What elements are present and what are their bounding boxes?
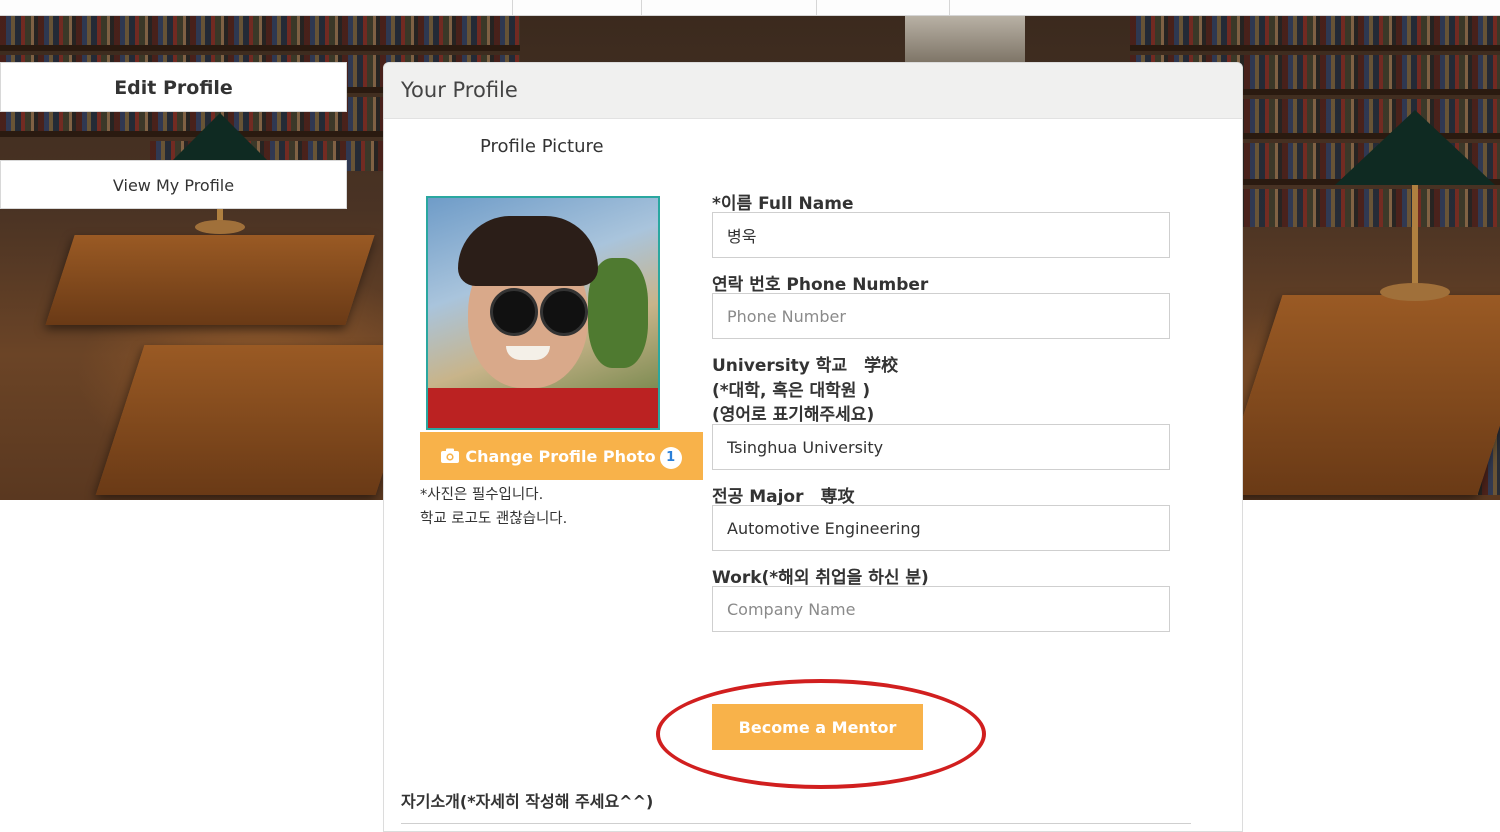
edit-profile-tab[interactable]: Edit Profile xyxy=(0,62,347,112)
phone-input[interactable] xyxy=(712,293,1170,339)
nav-divider xyxy=(816,0,817,15)
nav-divider xyxy=(641,0,642,15)
change-photo-label: Change Profile Photo xyxy=(465,447,656,466)
card-title: Your Profile xyxy=(384,63,1242,119)
photo-required-note: *사진은 필수입니다. xyxy=(420,487,544,503)
top-navbar xyxy=(0,0,1500,16)
change-profile-photo-button[interactable]: Change Profile Photo 1 xyxy=(420,432,703,480)
major-input[interactable] xyxy=(712,505,1170,551)
profile-photo xyxy=(426,196,660,430)
company-input[interactable] xyxy=(712,586,1170,632)
profile-picture-title: Profile Picture xyxy=(480,136,604,157)
major-label: 전공 Major 専攻 xyxy=(712,487,855,507)
work-label: Work(*해외 취업을 하신 분) xyxy=(712,568,929,588)
view-profile-tab[interactable]: View My Profile xyxy=(0,160,347,209)
self-introduction-label: 자기소개(*자세히 작성해 주세요^^) xyxy=(401,792,654,811)
camera-icon xyxy=(441,434,460,482)
full-name-input[interactable] xyxy=(712,212,1170,258)
university-label-hint: (영어로 표기해주세요) xyxy=(712,405,875,425)
profile-card: Your Profile Profile Picture Change Prof… xyxy=(383,62,1243,832)
become-mentor-button[interactable]: Become a Mentor xyxy=(712,704,923,750)
nav-divider xyxy=(512,0,513,15)
full-name-label: *이름 Full Name xyxy=(712,194,854,214)
phone-label: 연락 번호 Phone Number xyxy=(712,275,929,295)
university-label: University 학교 学校 xyxy=(712,356,899,376)
photo-count-badge: 1 xyxy=(659,446,682,469)
photo-logo-note: 학교 로고도 괜찮습니다. xyxy=(420,511,568,527)
nav-divider xyxy=(949,0,950,15)
university-input[interactable] xyxy=(712,424,1170,470)
university-label-note: (*대학, 혹은 대학원 ) xyxy=(712,381,871,401)
